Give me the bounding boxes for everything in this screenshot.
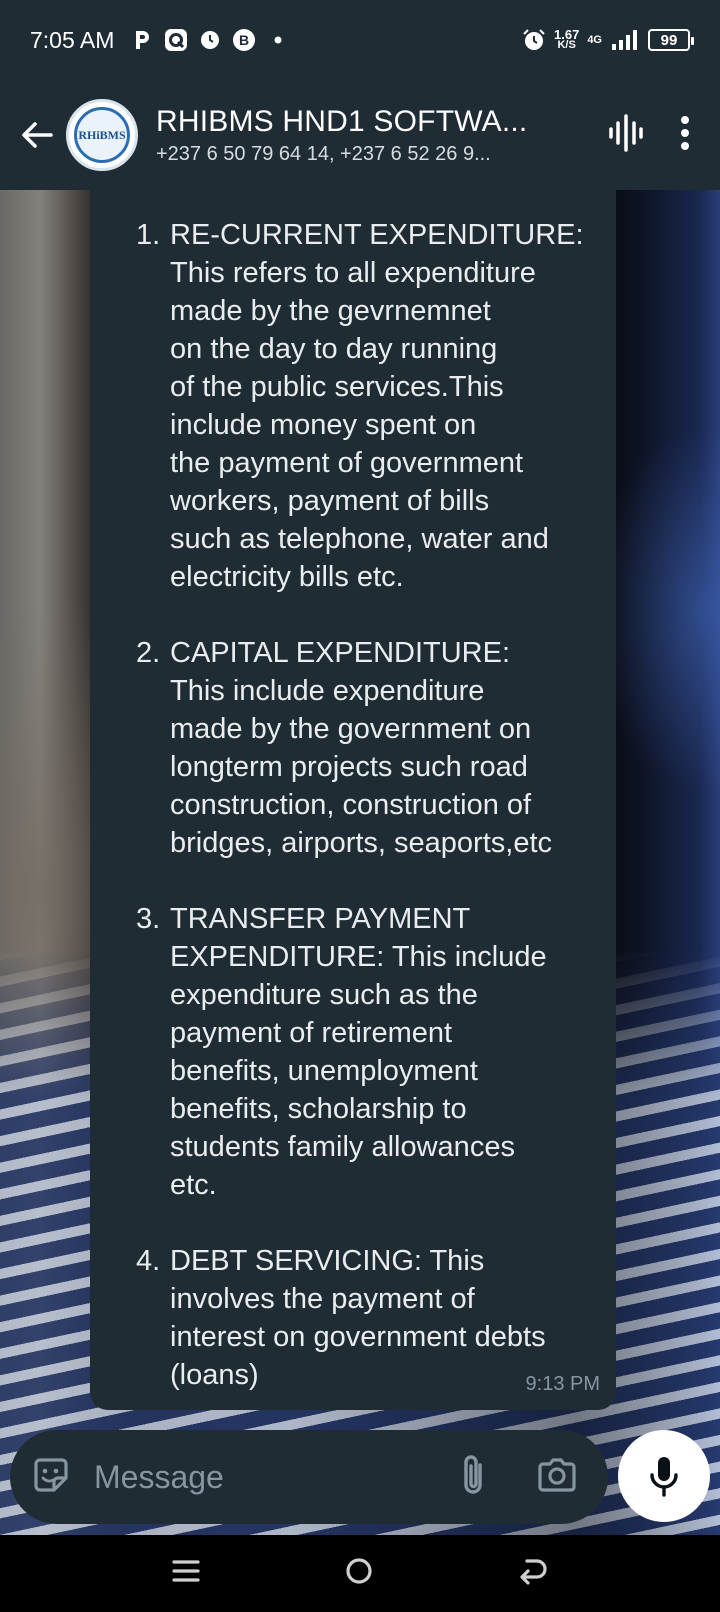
emoji-sticker-button[interactable]	[30, 1454, 72, 1501]
camera-button[interactable]	[536, 1456, 578, 1499]
p-icon	[130, 28, 154, 52]
input-actions	[458, 1453, 578, 1502]
chat-header: RHiBMS RHIBMS HND1 SOFTWA... +237 6 50 7…	[0, 80, 720, 190]
svg-text:B: B	[239, 32, 249, 48]
message-input[interactable]: Message	[94, 1459, 224, 1496]
kebab-menu-icon	[681, 115, 689, 150]
list-item: 2. CAPITAL EXPENDITURE: This include exp…	[136, 634, 590, 862]
list-item: 3. TRANSFER PAYMENT EXPENDITURE: This in…	[136, 900, 590, 1204]
network-speed: 1.67 K/S	[554, 28, 579, 51]
q-app-icon	[164, 28, 188, 52]
microphone-icon	[650, 1457, 678, 1497]
home-circle-icon	[346, 1558, 372, 1584]
home-button[interactable]	[344, 1556, 374, 1591]
chat-title-block[interactable]: RHIBMS HND1 SOFTWA... +237 6 50 79 64 14…	[156, 105, 556, 166]
battery-level: 99	[660, 31, 678, 49]
list-text: CAPITAL EXPENDITURE: This include expend…	[170, 637, 553, 859]
avatar-logo: RHiBMS	[74, 107, 130, 163]
list-number: 3.	[136, 903, 161, 935]
net-speed-unit: K/S	[557, 39, 576, 51]
status-right: 1.67 K/S 4G 99	[522, 28, 694, 52]
chat-title: RHIBMS HND1 SOFTWA...	[156, 104, 528, 138]
dot-icon	[266, 28, 290, 52]
list-number: 4.	[136, 1245, 161, 1277]
list-item: 1. RE-CURRENT EXPENDITURE: This refers t…	[136, 216, 590, 596]
clock-icon	[198, 28, 222, 52]
list-text: DEBT SERVICING: This involves the paymen…	[170, 1245, 546, 1391]
recent-apps-button[interactable]	[171, 1556, 201, 1591]
menu-lines-icon	[172, 1560, 200, 1582]
arrow-left-icon	[22, 122, 53, 148]
alarm-icon	[522, 28, 546, 52]
message-timestamp: 9:13 PM	[525, 1373, 600, 1395]
notification-icons: B	[130, 28, 290, 52]
header-actions	[608, 113, 690, 158]
more-options-button[interactable]	[680, 115, 690, 156]
paperclip-icon	[464, 1454, 482, 1494]
back-button[interactable]	[12, 105, 62, 165]
status-bar: 7:05 AM B 1.67 K/S 4G 99	[0, 0, 720, 80]
network-type: 4G	[587, 33, 602, 46]
camera-icon	[538, 1457, 576, 1492]
status-time: 7:05 AM	[30, 26, 115, 53]
chat-participants: +237 6 50 79 64 14, +237 6 52 26 9...	[156, 142, 491, 165]
system-nav-bar	[0, 1535, 720, 1612]
audio-wave-icon	[609, 113, 643, 152]
bitcoin-icon: B	[232, 28, 256, 52]
message-input-bar: Message	[10, 1430, 608, 1524]
list-number: 2.	[136, 637, 161, 669]
back-arrow-icon	[520, 1559, 547, 1585]
message-list: 1. RE-CURRENT EXPENDITURE: This refers t…	[136, 216, 590, 1394]
list-number: 1.	[136, 219, 161, 251]
list-item: 4. DEBT SERVICING: This involves the pay…	[136, 1242, 590, 1394]
voice-message-button[interactable]	[618, 1430, 710, 1522]
group-avatar[interactable]: RHiBMS	[66, 99, 138, 171]
sticker-icon	[34, 1457, 68, 1492]
avatar-text: RHiBMS	[78, 127, 126, 142]
battery-indicator: 99	[648, 29, 694, 51]
voice-chat-button[interactable]	[608, 113, 644, 158]
list-text: RE-CURRENT EXPENDITURE: This refers to a…	[170, 219, 584, 593]
attach-button[interactable]	[458, 1453, 488, 1502]
back-nav-button[interactable]	[517, 1556, 549, 1591]
signal-icon	[610, 28, 640, 52]
message-bubble[interactable]: 1. RE-CURRENT EXPENDITURE: This refers t…	[90, 190, 616, 1410]
list-text: TRANSFER PAYMENT EXPENDITURE: This inclu…	[170, 903, 547, 1201]
